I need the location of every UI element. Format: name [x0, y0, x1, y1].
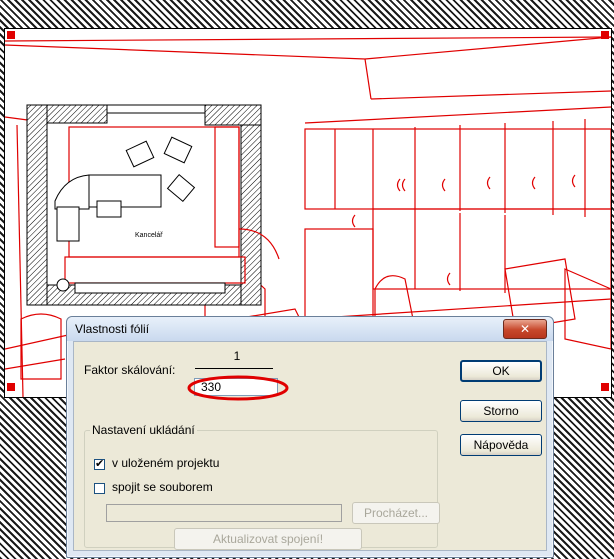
highlight-annotation [187, 375, 289, 401]
fraction-line [195, 368, 273, 369]
checkmark-icon: ✔ [95, 457, 105, 470]
dialog-body: Faktor skálování: 1 Nastavení ukládání ✔… [73, 341, 547, 551]
update-link-button[interactable]: Aktualizovat spojení! [174, 528, 362, 550]
close-button[interactable]: ✕ [503, 319, 547, 339]
room-label: Kancelář [135, 232, 163, 239]
cancel-button[interactable]: Storno [460, 400, 542, 422]
file-path-field [106, 504, 342, 522]
scale-factor-label: Faktor skálování: [84, 363, 176, 377]
scale-numerator: 1 [233, 349, 241, 363]
dialog-title: Vlastnosti fólií [75, 322, 150, 336]
link-file-checkbox[interactable] [94, 483, 105, 494]
browse-button[interactable]: Procházet... [352, 502, 440, 524]
link-file-label[interactable]: spojit se souborem [112, 480, 213, 494]
help-button[interactable]: Nápověda [460, 434, 542, 456]
in-project-label[interactable]: v uloženém projektu [112, 456, 219, 470]
ok-button[interactable]: OK [460, 360, 542, 382]
dialog-titlebar[interactable]: Vlastnosti fólií ✕ [67, 317, 553, 341]
film-properties-dialog: Vlastnosti fólií ✕ Faktor skálování: 1 N… [66, 316, 554, 558]
save-settings-title: Nastavení ukládání [90, 423, 197, 437]
close-icon: ✕ [519, 322, 531, 336]
in-project-checkbox[interactable]: ✔ [94, 457, 105, 470]
